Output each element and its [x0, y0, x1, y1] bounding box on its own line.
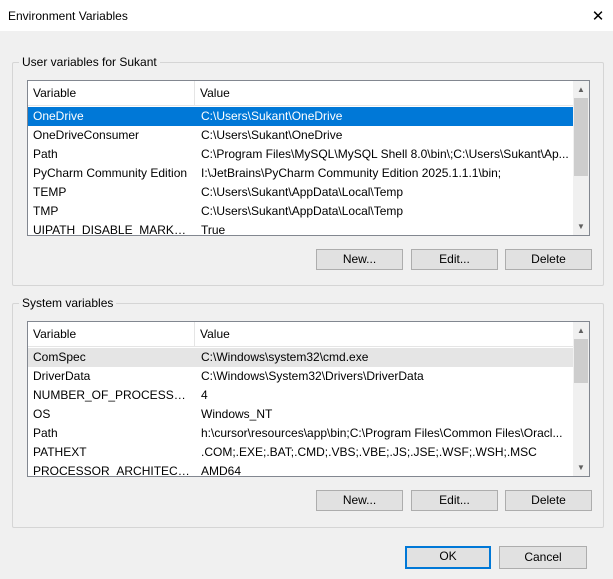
variable-value: AMD64 [201, 464, 242, 477]
user-variable-row-onedrive[interactable]: OneDrive C:\Users\Sukant\OneDrive [28, 107, 573, 126]
variable-name: PyCharm Community Edition [33, 166, 188, 180]
system-variable-row-processor-architecture[interactable]: PROCESSOR_ARCHITECTURE AMD64 [28, 462, 573, 477]
column-header-value[interactable]: Value [195, 81, 573, 105]
scrollbar-thumb[interactable] [574, 339, 588, 383]
scroll-down-icon[interactable]: ▼ [573, 459, 589, 476]
system-variable-row-path[interactable]: Path h:\cursor\resources\app\bin;C:\Prog… [28, 424, 573, 443]
scrollbar-thumb[interactable] [574, 98, 588, 176]
variable-name: UIPATH_DISABLE_MARKETPL... [33, 223, 191, 236]
cancel-button[interactable]: Cancel [499, 546, 587, 569]
ok-button[interactable]: OK [405, 546, 491, 569]
system-variable-row-driverdata[interactable]: DriverData C:\Windows\System32\Drivers\D… [28, 367, 573, 386]
scroll-up-icon[interactable]: ▲ [573, 322, 589, 339]
system-edit-button[interactable]: Edit... [411, 490, 498, 511]
column-header-variable[interactable]: Variable [28, 322, 195, 346]
title-bar: Environment Variables ✕ [0, 0, 613, 31]
variable-name: OneDriveConsumer [33, 128, 140, 142]
system-delete-button[interactable]: Delete [505, 490, 592, 511]
variable-name: TMP [33, 204, 59, 218]
variable-name: Path [33, 426, 58, 440]
variable-name: PATHEXT [33, 445, 87, 459]
system-new-button[interactable]: New... [316, 490, 403, 511]
variable-value: 4 [201, 388, 208, 402]
variable-name: DriverData [33, 369, 91, 383]
column-header-value[interactable]: Value [195, 322, 573, 346]
user-variable-row-pycharm[interactable]: PyCharm Community Edition I:\JetBrains\P… [28, 164, 573, 183]
system-variables-list[interactable]: Variable Value ComSpec C:\Windows\system… [27, 321, 590, 477]
user-variables-list[interactable]: Variable Value OneDrive C:\Users\Sukant\… [27, 80, 590, 236]
window-title: Environment Variables [8, 9, 128, 23]
user-variable-row-tmp[interactable]: TMP C:\Users\Sukant\AppData\Local\Temp [28, 202, 573, 221]
close-button[interactable]: ✕ [583, 0, 613, 31]
user-variable-row-uipath[interactable]: UIPATH_DISABLE_MARKETPL... True [28, 221, 573, 236]
variable-value: C:\Windows\System32\Drivers\DriverData [201, 369, 424, 383]
variable-value: C:\Users\Sukant\OneDrive [201, 109, 343, 123]
variable-value: C:\Windows\system32\cmd.exe [201, 350, 369, 364]
variable-value: Windows_NT [201, 407, 273, 421]
system-variable-row-os[interactable]: OS Windows_NT [28, 405, 573, 424]
variable-value: C:\Users\Sukant\AppData\Local\Temp [201, 204, 404, 218]
scroll-up-icon[interactable]: ▲ [573, 81, 589, 98]
system-variable-row-pathext[interactable]: PATHEXT .COM;.EXE;.BAT;.CMD;.VBS;.VBE;.J… [28, 443, 573, 462]
user-delete-button[interactable]: Delete [505, 249, 592, 270]
variable-value: C:\Users\Sukant\OneDrive [201, 128, 343, 142]
variable-value: h:\cursor\resources\app\bin;C:\Program F… [201, 426, 563, 440]
system-variable-row-number-of-processors[interactable]: NUMBER_OF_PROCESSORS 4 [28, 386, 573, 405]
user-new-button[interactable]: New... [316, 249, 403, 270]
column-header-variable[interactable]: Variable [28, 81, 195, 105]
system-variables-group: System variables Variable Value ComSpec … [12, 296, 604, 528]
vertical-scrollbar[interactable]: ▲ ▼ [573, 322, 589, 476]
user-edit-button[interactable]: Edit... [411, 249, 498, 270]
scroll-down-icon[interactable]: ▼ [573, 218, 589, 235]
user-variable-row-temp[interactable]: TEMP C:\Users\Sukant\AppData\Local\Temp [28, 183, 573, 202]
variable-name: ComSpec [33, 350, 86, 364]
list-header: Variable Value [28, 322, 573, 347]
system-variable-row-comspec[interactable]: ComSpec C:\Windows\system32\cmd.exe [28, 348, 573, 367]
variable-name: TEMP [33, 185, 67, 199]
system-variables-group-label: System variables [19, 296, 117, 310]
variable-name: NUMBER_OF_PROCESSORS [33, 388, 191, 402]
variable-value: True [201, 223, 226, 236]
user-variables-group-label: User variables for Sukant [19, 55, 160, 69]
variable-name: OneDrive [33, 109, 84, 123]
close-icon: ✕ [591, 7, 605, 25]
variable-value: C:\Users\Sukant\AppData\Local\Temp [201, 185, 404, 199]
user-variables-group: User variables for Sukant Variable Value… [12, 55, 604, 286]
variable-value: C:\Program Files\MySQL\MySQL Shell 8.0\b… [201, 147, 569, 161]
user-variable-row-path[interactable]: Path C:\Program Files\MySQL\MySQL Shell … [28, 145, 573, 164]
variable-name: Path [33, 147, 58, 161]
list-header: Variable Value [28, 81, 573, 106]
variable-value: .COM;.EXE;.BAT;.CMD;.VBS;.VBE;.JS;.JSE;.… [201, 445, 537, 459]
variable-name: PROCESSOR_ARCHITECTURE [33, 464, 191, 477]
vertical-scrollbar[interactable]: ▲ ▼ [573, 81, 589, 235]
user-variable-row-onedriveconsumer[interactable]: OneDriveConsumer C:\Users\Sukant\OneDriv… [28, 126, 573, 145]
variable-value: I:\JetBrains\PyCharm Community Edition 2… [201, 166, 502, 180]
variable-name: OS [33, 407, 51, 421]
